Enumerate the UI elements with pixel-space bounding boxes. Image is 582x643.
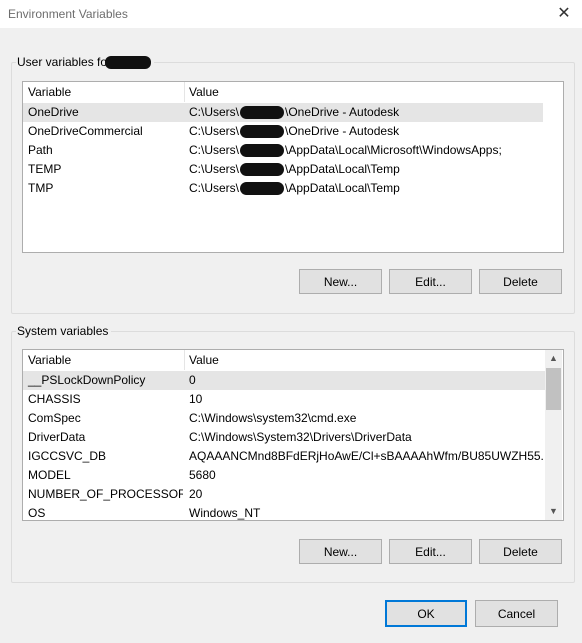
variable-value: C:\Windows\System32\Drivers\DriverData (189, 430, 412, 444)
variable-name: ComSpec (28, 411, 81, 425)
ok-button[interactable]: OK (385, 600, 467, 627)
variable-name: OneDrive (28, 105, 79, 119)
system-variables-label: System variables (16, 324, 112, 338)
system-edit-button[interactable]: Edit... (389, 539, 472, 564)
variable-name: __PSLockDownPolicy (28, 373, 146, 387)
variable-name: CHASSIS (28, 392, 81, 406)
variable-value: C:\Users\ \AppData\Local\Temp (189, 162, 400, 177)
redacted-username (240, 125, 285, 139)
variable-name: OS (28, 506, 46, 520)
variable-value: Windows_NT (189, 506, 261, 520)
user-variables-label: User variables for (16, 55, 155, 70)
column-header-variable[interactable]: Variable (23, 82, 183, 102)
table-row[interactable]: OneDriveCommercial C:\Users\ \OneDrive - A… (23, 122, 543, 141)
system-variables-list[interactable]: Variable Value __PSLockDownPolicy 0 CHASSI… (22, 349, 564, 521)
variable-value: 0 (189, 373, 196, 387)
title-bar: Environment Variables ✕ (0, 0, 582, 28)
variable-value: AQAAANCMnd8BFdERjHoAwE/Cl+sBAAAAhWfm/BU8… (189, 449, 544, 463)
variable-value: C:\Users\ \AppData\Local\Microsoft\Window… (189, 143, 502, 158)
variable-name: DriverData (28, 430, 86, 444)
table-row[interactable]: Path C:\Users\ \AppData\Local\Microsoft\Wi… (23, 141, 543, 160)
column-header-variable[interactable]: Variable (23, 350, 183, 370)
variable-name: NUMBER_OF_PROCESSORS (28, 487, 183, 501)
variable-value: C:\Users\ \OneDrive - Autodesk (189, 105, 400, 120)
user-new-button[interactable]: New... (299, 269, 382, 294)
variable-value: 10 (189, 392, 203, 406)
variable-value: C:\Windows\system32\cmd.exe (189, 411, 357, 425)
user-delete-button[interactable]: Delete (479, 269, 562, 294)
system-list-scrollbar[interactable]: ▲ ▼ (545, 350, 562, 520)
scroll-down-icon[interactable]: ▼ (545, 503, 562, 520)
variable-value: 5680 (189, 468, 216, 482)
redacted-username (240, 163, 285, 177)
table-row[interactable]: TEMP C:\Users\ \AppData\Local\Temp (23, 160, 543, 179)
variable-value: 20 (189, 487, 203, 501)
column-header-value[interactable]: Value (184, 82, 559, 102)
variable-name: Path (28, 143, 53, 157)
table-row[interactable]: DriverData C:\Windows\System32\Drivers\Dr… (23, 428, 545, 447)
system-delete-button[interactable]: Delete (479, 539, 562, 564)
redacted-username (240, 106, 285, 120)
scroll-up-icon[interactable]: ▲ (545, 350, 562, 367)
variable-name: IGCCSVC_DB (28, 449, 107, 463)
user-edit-button[interactable]: Edit... (389, 269, 472, 294)
table-row[interactable]: IGCCSVC_DB AQAAANCMnd8BFdERjHoAwE/Cl+sBAA… (23, 447, 545, 466)
close-icon[interactable]: ✕ (554, 4, 574, 24)
system-list-header: Variable Value (23, 350, 545, 370)
table-row[interactable]: OS Windows_NT (23, 504, 545, 520)
user-variables-list[interactable]: Variable Value OneDrive C:\Users\ \OneDriv… (22, 81, 564, 253)
variable-name: TMP (28, 181, 54, 195)
redacted-username (240, 144, 285, 158)
table-row[interactable]: OneDrive C:\Users\ \OneDrive - Autodesk (23, 103, 543, 122)
column-header-value[interactable]: Value (184, 350, 544, 370)
variable-value: C:\Users\ \AppData\Local\Temp (189, 181, 400, 196)
table-row[interactable]: CHASSIS 10 (23, 390, 545, 409)
system-new-button[interactable]: New... (299, 539, 382, 564)
redacted-username (240, 182, 285, 196)
table-row[interactable]: ComSpec C:\Windows\system32\cmd.exe (23, 409, 545, 428)
table-row[interactable]: NUMBER_OF_PROCESSORS 20 (23, 485, 545, 504)
cancel-button[interactable]: Cancel (475, 600, 558, 627)
table-row[interactable]: __PSLockDownPolicy 0 (23, 371, 545, 390)
variable-value: C:\Users\ \OneDrive - Autodesk (189, 124, 400, 139)
scrollbar-thumb[interactable] (546, 368, 561, 410)
variable-name: OneDriveCommercial (28, 124, 143, 138)
redacted-username (105, 56, 152, 70)
user-list-header: Variable Value (23, 82, 563, 102)
table-row[interactable]: TMP C:\Users\ \AppData\Local\Temp (23, 179, 543, 198)
variable-name: MODEL (28, 468, 71, 482)
table-row[interactable]: MODEL 5680 (23, 466, 545, 485)
window-title: Environment Variables (8, 7, 128, 21)
variable-name: TEMP (28, 162, 62, 176)
